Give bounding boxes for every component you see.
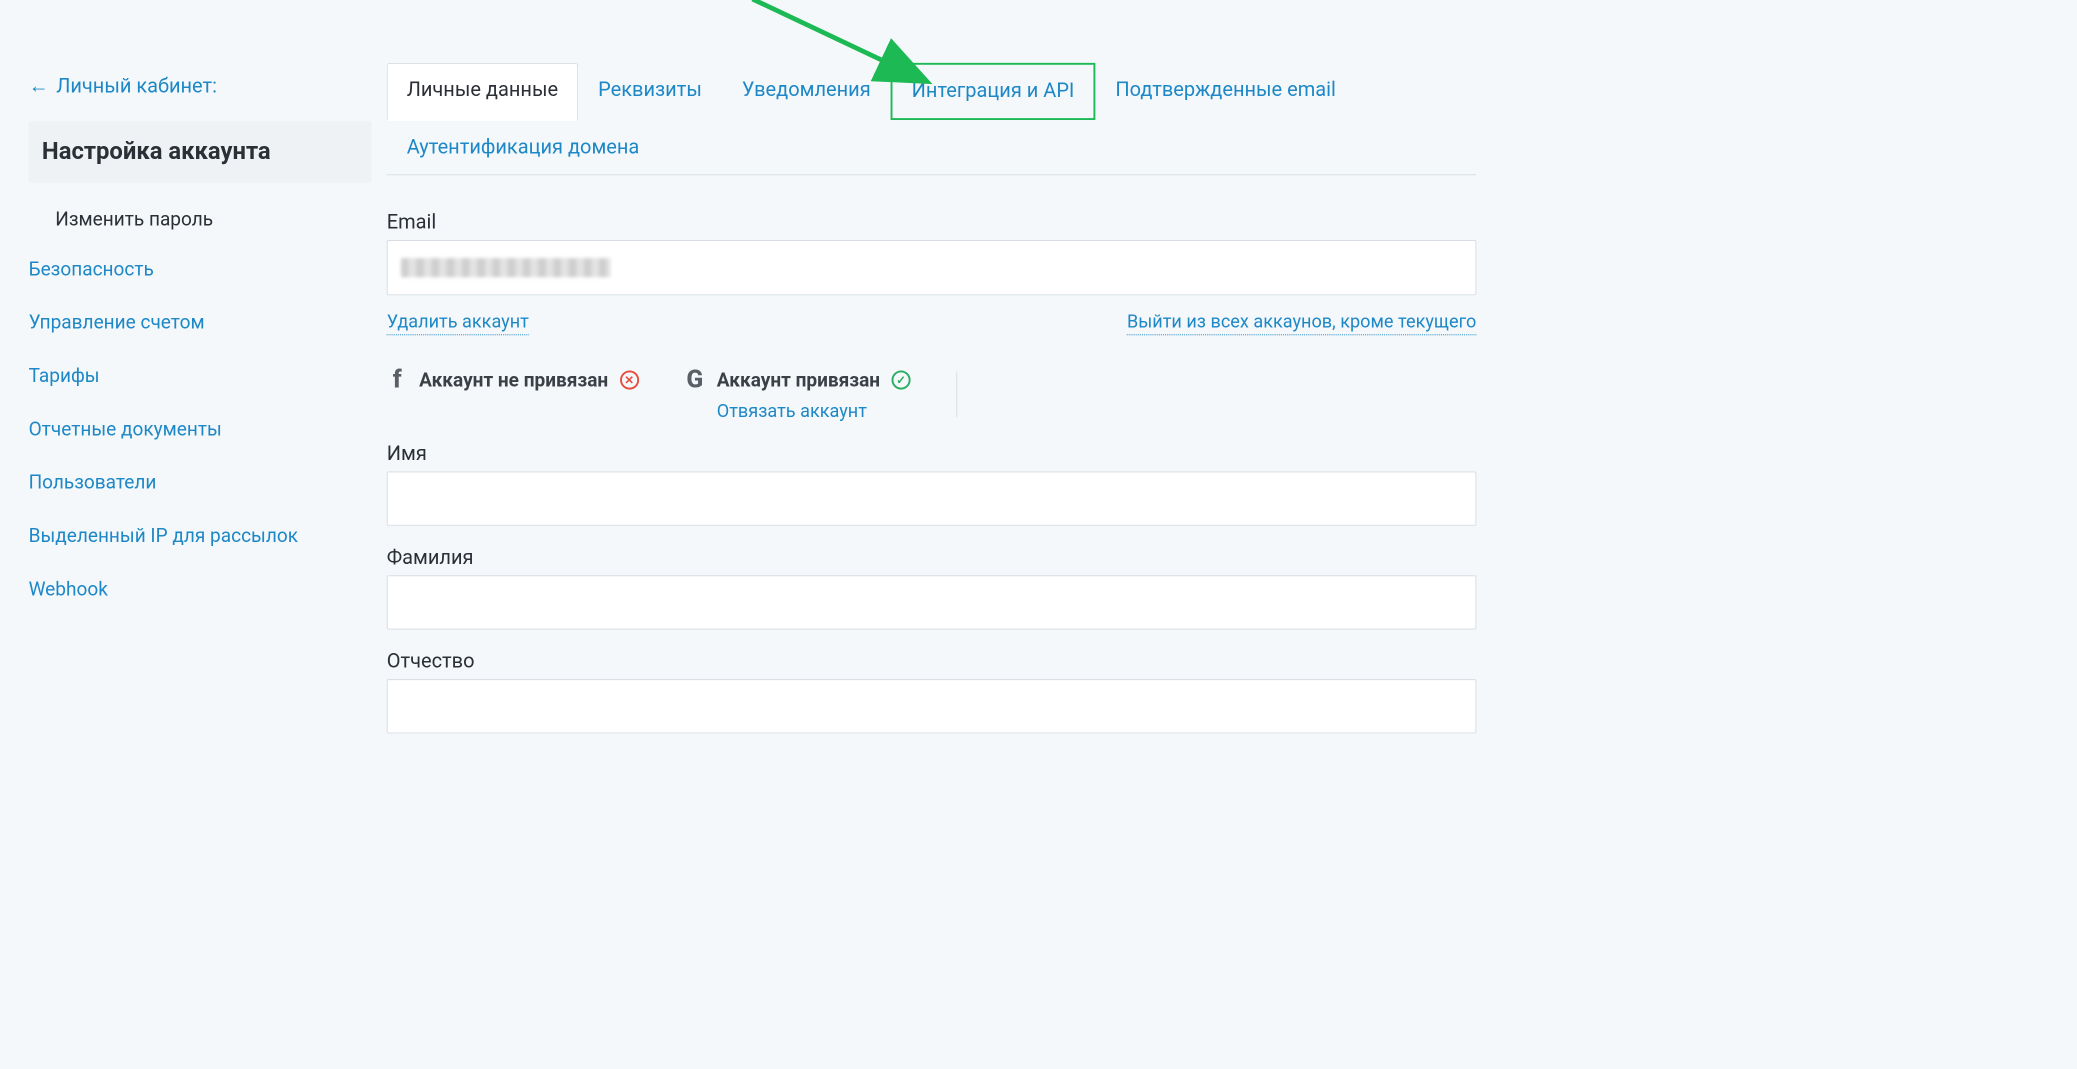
tab-confirmed-emails[interactable]: Подтвержденные email — [1095, 63, 1356, 120]
sidebar-item-label: Тарифы — [29, 364, 100, 387]
sidebar-item-reports[interactable]: Отчетные документы — [29, 417, 372, 440]
facebook-status-text: Аккаунт не привязан — [419, 369, 608, 392]
sidebar-item-label: Управление счетом — [29, 311, 205, 334]
tab-label: Личные данные — [407, 79, 558, 102]
back-link[interactable]: ← Личный кабинет: — [29, 75, 217, 98]
facebook-block: f Аккаунт не привязан ✕ — [387, 366, 639, 395]
unlink-google-link[interactable]: Отвязать аккаунт — [717, 400, 911, 422]
logout-all-link[interactable]: Выйти из всех аккаунов, кроме текущего — [1127, 311, 1476, 336]
sidebar-item-webhook[interactable]: Webhook — [29, 577, 372, 600]
sidebar-item-security[interactable]: Безопасность — [29, 257, 372, 280]
account-action-row: Удалить аккаунт Выйти из всех аккаунов, … — [387, 311, 1477, 336]
page-root: ← Личный кабинет: Настройка аккаунта Изм… — [0, 0, 1978, 733]
redacted-email — [401, 258, 611, 277]
tab-label: Подтвержденные email — [1115, 79, 1336, 102]
name-label: Имя — [387, 443, 1477, 466]
name-field[interactable] — [387, 471, 1477, 525]
google-block: G Аккаунт привязан ✓ Отвязать аккаунт — [684, 366, 910, 422]
sidebar-item-label: Пользователи — [29, 471, 157, 494]
patronymic-field[interactable] — [387, 679, 1477, 733]
tab-label: Уведомления — [742, 79, 871, 102]
google-icon: G — [684, 366, 705, 395]
google-status-text: Аккаунт привязан — [717, 369, 880, 392]
page-title-block: Настройка аккаунта — [29, 121, 372, 183]
tab-label: Аутентификация домена — [407, 136, 640, 159]
sidebar: ← Личный кабинет: Настройка аккаунта Изм… — [29, 29, 372, 734]
arrow-left-icon: ← — [29, 75, 49, 98]
tab-integration-api[interactable]: Интеграция и API — [891, 63, 1096, 120]
surname-label: Фамилия — [387, 547, 1477, 570]
vertical-divider — [956, 371, 957, 417]
x-circle-icon: ✕ — [620, 371, 639, 390]
sidebar-item-label: Изменить пароль — [55, 208, 213, 231]
tab-requisites[interactable]: Реквизиты — [578, 63, 722, 120]
sidebar-item-label: Отчетные документы — [29, 417, 222, 440]
tab-domain-auth[interactable]: Аутентификация домена — [387, 120, 660, 174]
page-title: Настройка аккаунта — [42, 138, 358, 166]
social-accounts-row: f Аккаунт не привязан ✕ G Аккаунт привяз… — [387, 366, 1477, 422]
sidebar-item-billing[interactable]: Управление счетом — [29, 311, 372, 334]
back-link-label: Личный кабинет: — [56, 75, 217, 98]
tab-personal-data[interactable]: Личные данные — [387, 63, 578, 121]
sidebar-item-label: Webhook — [29, 577, 108, 600]
patronymic-label: Отчество — [387, 651, 1477, 674]
email-label: Email — [387, 211, 1477, 234]
surname-field[interactable] — [387, 575, 1477, 629]
sidebar-item-dedicated-ip[interactable]: Выделенный IP для рассылок — [29, 524, 372, 547]
tab-notifications[interactable]: Уведомления — [722, 63, 891, 120]
main-content: Личные данные Реквизиты Уведомления Инте… — [371, 29, 1476, 734]
sidebar-item-label: Выделенный IP для рассылок — [29, 524, 298, 547]
tab-label: Интеграция и API — [912, 80, 1075, 103]
form-area: Email Удалить аккаунт Выйти из всех акка… — [387, 175, 1477, 733]
sidebar-item-users[interactable]: Пользователи — [29, 471, 372, 494]
email-field[interactable] — [387, 240, 1477, 295]
check-circle-icon: ✓ — [892, 371, 911, 390]
sidebar-item-label: Безопасность — [29, 257, 154, 280]
tabs: Личные данные Реквизиты Уведомления Инте… — [387, 63, 1477, 175]
sidebar-item-tariffs[interactable]: Тарифы — [29, 364, 372, 387]
sidebar-item-change-password[interactable]: Изменить пароль — [29, 208, 372, 231]
delete-account-link[interactable]: Удалить аккаунт — [387, 311, 529, 336]
facebook-icon: f — [387, 366, 408, 395]
tab-label: Реквизиты — [598, 79, 702, 102]
